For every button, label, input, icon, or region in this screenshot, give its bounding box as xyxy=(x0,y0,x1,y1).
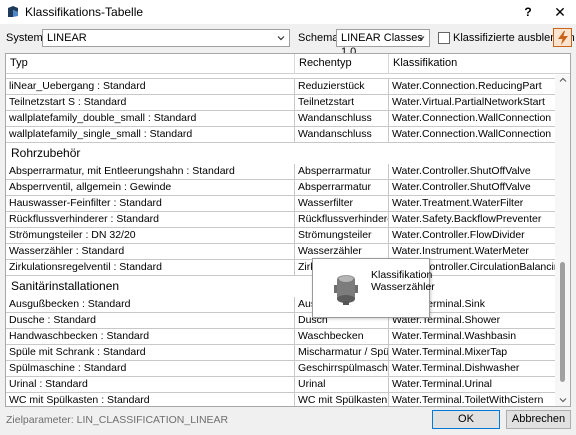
table-row[interactable]: liNear_Uebergang : Standard Reduzierstüc… xyxy=(6,79,555,95)
cell-typ: Absperrarmatur, mit Entleerungshahn : St… xyxy=(9,165,235,177)
cell-rechentyp: Absperrarmatur xyxy=(294,180,388,196)
table-row[interactable]: wallplatefamily_single_small : Standard … xyxy=(6,127,555,143)
table-row[interactable]: Absperrarmatur, mit Entleerungshahn : St… xyxy=(6,164,555,180)
table-row[interactable]: Spülmaschine : Standard Geschirrspülmasc… xyxy=(6,361,555,377)
table-row[interactable]: Absperrventil, allgemein : Gewinde Abspe… xyxy=(6,180,555,196)
tooltip-value: Wasserzähler xyxy=(371,281,435,293)
target-parameter-label: Zielparameter: LIN_CLASSIFICATION_LINEAR xyxy=(6,414,229,426)
cell-typ: Spüle mit Schrank : Standard xyxy=(9,346,146,358)
cell-typ: Rückflussverhinderer : Standard xyxy=(9,213,159,225)
scroll-up-arrow-icon[interactable] xyxy=(559,76,567,84)
cell-klassifikation: Water.Treatment.WaterFilter xyxy=(388,196,555,212)
cell-rechentyp: Rückflussverhinderer xyxy=(294,212,388,228)
title-bar: Klassifikations-Tabelle ? ✕ xyxy=(0,0,576,24)
cancel-button[interactable]: Abbrechen xyxy=(506,410,571,429)
group-header-sanitaerinstallationen[interactable]: Sanitärinstallationen xyxy=(11,278,551,294)
cell-rechentyp: Wasserfilter xyxy=(294,196,388,212)
table-row[interactable]: Wasserzähler : Standard Wasserzähler Wat… xyxy=(6,244,555,260)
hide-classified-checkbox[interactable] xyxy=(438,32,450,44)
lightning-icon xyxy=(558,31,568,45)
group-header-rohrzubehoer[interactable]: Rohrzubehör xyxy=(11,145,551,161)
table-row[interactable]: Teilnetzstart S : Standard Teilnetzstart… xyxy=(6,95,555,111)
system-dropdown[interactable]: LINEAR xyxy=(42,29,290,47)
cell-klassifikation: Water.Controller.ShutOffValve xyxy=(388,180,555,196)
cell-klassifikation: Water.Connection.WallConnection xyxy=(388,111,555,127)
cell-rechentyp: Reduzierstück xyxy=(294,79,388,95)
cell-typ: Ausgußbecken : Standard xyxy=(9,298,131,310)
window-title: Klassifikations-Tabelle xyxy=(25,5,144,19)
cell-typ: wallplatefamily_double_small : Standard xyxy=(9,112,197,124)
cell-typ: wallplatefamily_single_small : Standard xyxy=(9,128,193,140)
cell-klassifikation: Water.Terminal.Dishwasher xyxy=(388,361,555,377)
cell-klassifikation: Water.Virtual.PartialNetworkStart xyxy=(388,95,555,111)
app-logo-icon xyxy=(8,6,18,17)
column-header-typ[interactable]: Typ xyxy=(6,54,28,74)
cell-typ: Spülmaschine : Standard xyxy=(9,362,127,374)
system-label: System xyxy=(6,32,43,44)
table-row[interactable]: Hauswasser-Feinfilter : Standard Wasserf… xyxy=(6,196,555,212)
table-row[interactable]: wallplatefamily_double_small : Standard … xyxy=(6,111,555,127)
table-row[interactable]: Dusche : Standard Dusch Water.Terminal.S… xyxy=(6,313,555,329)
cell-typ: Dusche : Standard xyxy=(9,314,96,326)
cell-rechentyp: Wandanschluss xyxy=(294,111,388,127)
cell-klassifikation: Water.Terminal.Urinal xyxy=(388,377,555,393)
cell-typ: liNear_Uebergang : Standard xyxy=(9,80,146,92)
close-button[interactable]: ✕ xyxy=(551,3,569,21)
classification-table[interactable]: Typ Rechentyp Klassifikation liNear_Uebe… xyxy=(5,53,571,407)
cell-klassifikation: Water.Terminal.Washbasin xyxy=(388,329,555,345)
water-meter-icon xyxy=(334,275,358,305)
cell-typ: Hauswasser-Feinfilter : Standard xyxy=(9,197,162,209)
table-row[interactable]: Ausgußbecken : Standard Ausgu Water.Term… xyxy=(6,297,555,313)
table-row[interactable]: WC mit Spülkasten : Standard WC mit Spül… xyxy=(6,393,555,406)
column-header-klassifikation[interactable]: Klassifikation xyxy=(389,54,457,74)
ok-button[interactable]: OK xyxy=(432,410,500,429)
cell-rechentyp: Wandanschluss xyxy=(294,127,388,143)
cell-klassifikation: Water.Terminal.MixerTap xyxy=(388,345,555,361)
cell-rechentyp: Geschirrspülmaschine xyxy=(294,361,388,377)
cell-klassifikation: Water.Terminal.ToiletWithCistern xyxy=(388,393,555,406)
table-row[interactable]: Strömungsteiler : DN 32/20 Strömungsteil… xyxy=(6,228,555,244)
table-header: Typ Rechentyp Klassifikation xyxy=(6,54,570,74)
cell-typ: Strömungsteiler : DN 32/20 xyxy=(9,229,136,241)
auto-classify-button[interactable] xyxy=(553,28,572,47)
cell-typ: Absperrventil, allgemein : Gewinde xyxy=(9,181,172,193)
cell-typ: Handwaschbecken : Standard xyxy=(9,330,150,342)
classification-tooltip: Klassifikation Wasserzähler xyxy=(312,258,435,318)
cell-klassifikation: Water.Connection.ReducingPart xyxy=(388,79,555,95)
chevron-down-icon xyxy=(417,36,425,41)
cell-typ: Zirkulationsregelventil : Standard xyxy=(9,261,162,273)
help-button[interactable]: ? xyxy=(520,3,536,21)
cell-rechentyp: Strömungsteiler xyxy=(294,228,388,244)
schema-dropdown[interactable]: LINEAR Classes 1.0 xyxy=(336,29,430,58)
cell-klassifikation: Water.Controller.FlowDivider xyxy=(388,228,555,244)
table-row[interactable]: Zirkulationsregelventil : Standard Zirku… xyxy=(6,260,555,276)
chevron-down-icon xyxy=(277,36,285,41)
cell-rechentyp: Absperrarmatur xyxy=(294,164,388,180)
table-row[interactable]: Spüle mit Schrank : Standard Mischarmatu… xyxy=(6,345,555,361)
cell-klassifikation: Water.Safety.BackflowPreventer xyxy=(388,212,555,228)
cell-typ: Teilnetzstart S : Standard xyxy=(9,96,127,108)
cell-typ: WC mit Spülkasten : Standard xyxy=(9,394,150,406)
cell-rechentyp: WC mit Spülkasten xyxy=(294,393,388,406)
scrollbar-thumb[interactable] xyxy=(560,262,565,382)
cell-typ: Urinal : Standard xyxy=(9,378,88,390)
column-header-rechentyp[interactable]: Rechentyp xyxy=(295,54,352,74)
scroll-down-arrow-icon[interactable] xyxy=(559,396,567,404)
cell-rechentyp: Urinal xyxy=(294,377,388,393)
cell-klassifikation: Water.Controller.ShutOffValve xyxy=(388,164,555,180)
table-row[interactable]: Handwaschbecken : Standard Waschbecken W… xyxy=(6,329,555,345)
table-row[interactable]: Urinal : Standard Urinal Water.Terminal.… xyxy=(6,377,555,393)
table-row[interactable]: Rückflussverhinderer : Standard Rückflus… xyxy=(6,212,555,228)
schema-label: Schema xyxy=(298,32,339,44)
cell-rechentyp: Teilnetzstart xyxy=(294,95,388,111)
tooltip-title: Klassifikation xyxy=(371,269,433,281)
cell-typ: Wasserzähler : Standard xyxy=(9,245,125,257)
system-value: LINEAR xyxy=(47,32,87,44)
cell-klassifikation: Water.Connection.WallConnection xyxy=(388,127,555,143)
cell-rechentyp: Mischarmatur / Spüle xyxy=(294,345,388,361)
cell-rechentyp: Waschbecken xyxy=(294,329,388,345)
